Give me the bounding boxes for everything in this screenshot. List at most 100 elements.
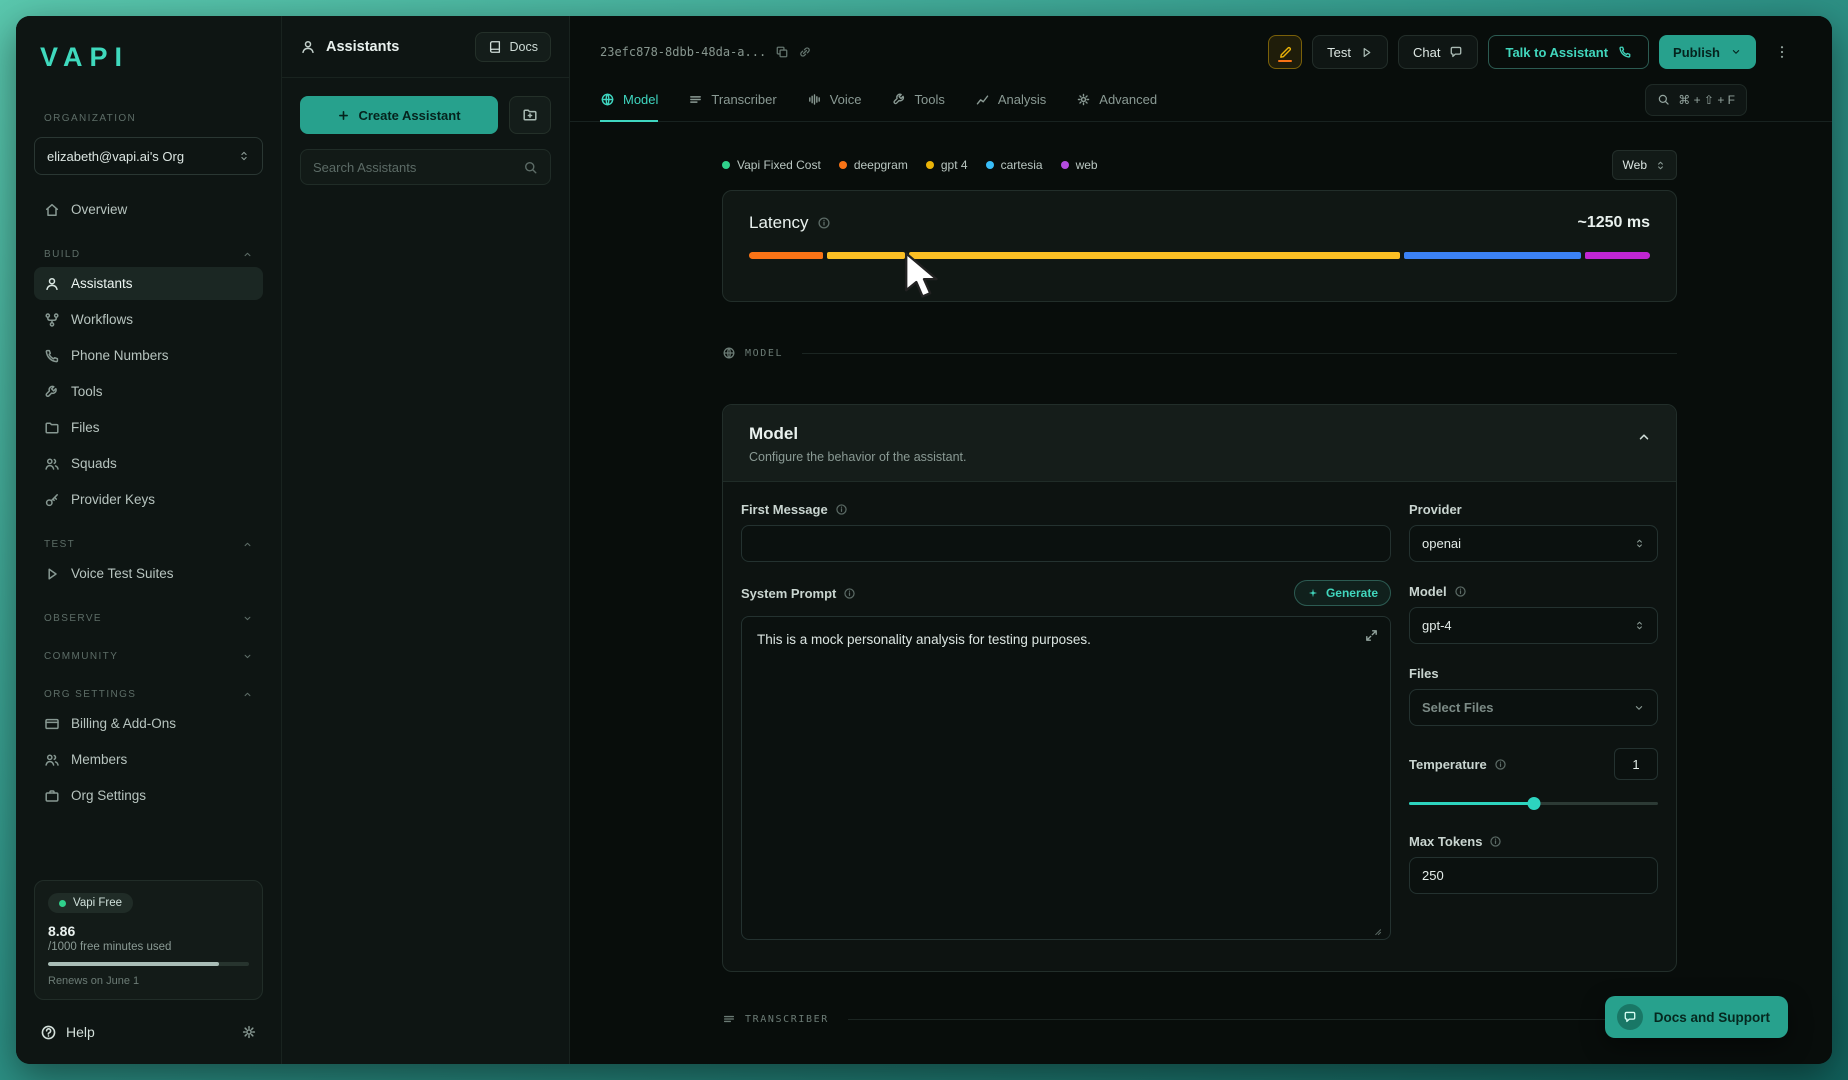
model-select[interactable]: gpt-4 (1409, 607, 1658, 644)
docs-button[interactable]: Docs (474, 31, 551, 62)
publish-button[interactable]: Publish (1659, 35, 1756, 69)
assistants-panel-title: Assistants (300, 39, 399, 55)
globe-icon (723, 347, 735, 359)
sidebar-item-voice-test-suites[interactable]: Voice Test Suites (34, 557, 263, 590)
tab-tools[interactable]: Tools (892, 78, 945, 122)
folder-plus-icon (523, 109, 537, 121)
sidebar-item-tools[interactable]: Tools (34, 375, 263, 408)
sparkle-icon (1308, 588, 1318, 598)
docs-and-support-button[interactable]: Docs and Support (1604, 996, 1788, 1038)
slider-handle[interactable] (1527, 797, 1540, 810)
sidebar-item-billing[interactable]: Billing & Add-Ons (34, 707, 263, 740)
gear-icon (1078, 93, 1090, 105)
chevron-up-icon (244, 692, 251, 696)
talk-to-assistant-button[interactable]: Talk to Assistant (1488, 35, 1650, 69)
temperature-value-input[interactable] (1614, 748, 1658, 780)
info-icon[interactable] (817, 216, 831, 230)
chevron-up-icon (244, 542, 251, 546)
model-left-column: First Message System Prompt Generate Thi… (741, 502, 1391, 945)
system-prompt-label: System Prompt (741, 586, 856, 601)
edit-pencil-button[interactable] (1268, 35, 1303, 69)
sidebar-section-org-settings[interactable]: ORG SETTINGS (34, 681, 263, 707)
test-button[interactable]: Test (1312, 35, 1388, 69)
help-label[interactable]: Help (66, 1024, 95, 1040)
info-icon[interactable] (843, 587, 856, 600)
phone-icon (1619, 46, 1631, 58)
pencil-underline (1278, 60, 1293, 62)
info-icon[interactable] (1494, 758, 1507, 771)
info-icon[interactable] (1489, 835, 1502, 848)
first-message-input[interactable] (741, 525, 1391, 562)
sidebar-item-squads[interactable]: Squads (34, 447, 263, 480)
first-message-label: First Message (741, 502, 1391, 517)
sidebar-item-org-settings[interactable]: Org Settings (34, 779, 263, 812)
sidebar-item-overview[interactable]: Overview (34, 193, 263, 226)
sidebar-item-members[interactable]: Members (34, 743, 263, 776)
files-select[interactable]: Select Files (1409, 689, 1658, 726)
tab-analysis[interactable]: Analysis (975, 78, 1046, 122)
org-selector[interactable]: elizabeth@vapi.ai's Org (34, 137, 263, 175)
legend-item-vapi-fixed-cost: Vapi Fixed Cost (722, 158, 821, 172)
files-label: Files (1409, 666, 1439, 681)
assistant-id-group: 23efc878-8dbb-48da-a... (600, 45, 812, 59)
tab-advanced[interactable]: Advanced (1076, 78, 1157, 122)
sidebar-item-workflows[interactable]: Workflows (34, 303, 263, 336)
provider-select[interactable]: openai (1409, 525, 1658, 562)
sidebar-item-label: Org Settings (71, 788, 147, 803)
create-assistant-button[interactable]: Create Assistant (300, 96, 498, 134)
sidebar-item-provider-keys[interactable]: Provider Keys (34, 483, 263, 516)
temperature-slider[interactable] (1409, 797, 1658, 810)
search-icon (525, 161, 537, 173)
slider-fill (1409, 802, 1534, 805)
sidebar-section-test[interactable]: TEST (34, 531, 263, 557)
legend-item-cartesia: cartesia (985, 158, 1043, 172)
collapse-chevron-icon[interactable] (1636, 429, 1652, 445)
legend-dot (722, 161, 730, 169)
sidebar-item-phone-numbers[interactable]: Phone Numbers (34, 339, 263, 372)
lines-icon (690, 95, 702, 103)
max-tokens-input[interactable] (1409, 857, 1658, 894)
plan-card: Vapi Free 8.86 /1000 free minutes used R… (34, 880, 263, 1000)
generate-button[interactable]: Generate (1293, 580, 1391, 606)
chat-button[interactable]: Chat (1398, 35, 1479, 69)
max-tokens-label: Max Tokens (1409, 834, 1658, 849)
search-assistants-input[interactable] (313, 159, 523, 175)
latency-bar (749, 252, 1650, 259)
credit-card-icon (45, 718, 59, 729)
search-shortcut[interactable]: ⌘ + ⇧ + F (1645, 83, 1747, 116)
tabs-row: Model Transcriber Voice Tools Analysis A… (570, 78, 1832, 122)
sidebar-section-build[interactable]: BUILD (34, 241, 263, 267)
sidebar-item-assistants[interactable]: Assistants (34, 267, 263, 300)
latency-segment-deepgram (749, 252, 824, 259)
platform-selector[interactable]: Web (1611, 150, 1677, 180)
org-selector-value: elizabeth@vapi.ai's Org (47, 148, 185, 164)
new-folder-button[interactable] (509, 96, 551, 134)
copy-icon[interactable] (775, 45, 789, 59)
tab-model[interactable]: Model (600, 78, 659, 122)
legend-dot (1060, 161, 1069, 169)
resize-handle-icon[interactable] (1373, 927, 1384, 938)
sidebar-item-files[interactable]: Files (34, 411, 263, 444)
sidebar-item-label: Files (71, 420, 100, 435)
sidebar-item-label: Assistants (71, 276, 133, 291)
model-card-header: Model Configure the behavior of the assi… (723, 405, 1676, 482)
expand-icon[interactable] (1364, 628, 1379, 643)
info-icon[interactable] (835, 503, 848, 516)
system-prompt-textarea[interactable]: This is a mock personality analysis for … (741, 616, 1391, 940)
link-icon[interactable] (798, 45, 812, 59)
gear-icon[interactable] (241, 1024, 257, 1040)
sidebar-section-observe[interactable]: OBSERVE (34, 605, 263, 631)
chat-bubble-icon (1451, 46, 1462, 58)
help-icon[interactable] (40, 1024, 57, 1041)
search-icon (1658, 94, 1669, 105)
tab-voice[interactable]: Voice (807, 78, 862, 122)
assistant-id: 23efc878-8dbb-48da-a... (600, 45, 767, 59)
sidebar-section-community[interactable]: COMMUNITY (34, 643, 263, 669)
tab-transcriber[interactable]: Transcriber (688, 78, 777, 122)
kebab-menu-icon[interactable] (1774, 44, 1790, 60)
info-icon[interactable] (1454, 585, 1467, 598)
vapi-logo: VAPI (40, 42, 130, 72)
latency-segment-web (1584, 252, 1650, 259)
legend-item-gpt4: gpt 4 (925, 158, 968, 172)
assistants-panel-body: Create Assistant (282, 78, 569, 203)
